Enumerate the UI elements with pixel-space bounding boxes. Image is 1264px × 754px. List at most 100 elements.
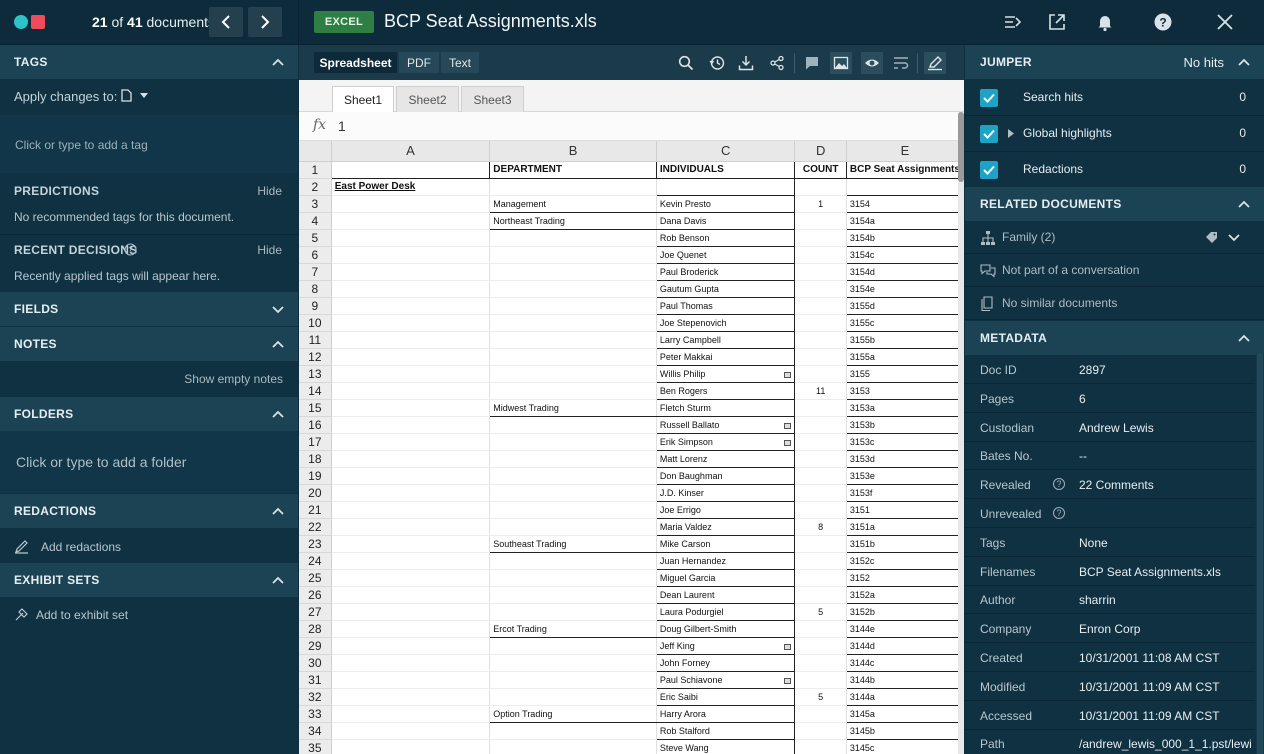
cell-b[interactable]: Management bbox=[489, 195, 657, 213]
cell-d[interactable]: 1 bbox=[794, 195, 847, 213]
cell-b[interactable] bbox=[489, 739, 657, 754]
cell-e[interactable] bbox=[845, 178, 964, 196]
cell-b[interactable] bbox=[489, 263, 657, 281]
cell-e[interactable]: 3145b bbox=[845, 722, 964, 740]
download-icon[interactable] bbox=[735, 52, 757, 74]
cell-d[interactable] bbox=[794, 552, 847, 570]
cell-c[interactable]: Steve Wang bbox=[655, 739, 796, 754]
cell-d[interactable] bbox=[794, 331, 847, 349]
cell-b[interactable] bbox=[489, 552, 657, 570]
close-icon[interactable] bbox=[1213, 10, 1237, 34]
comment-icon[interactable] bbox=[801, 52, 823, 74]
row-number[interactable]: 33 bbox=[299, 705, 332, 723]
tags-section-header[interactable]: TAGS bbox=[0, 45, 298, 79]
eye-icon[interactable] bbox=[861, 52, 883, 74]
cell-d[interactable] bbox=[794, 297, 847, 315]
tab-pdf[interactable]: PDF bbox=[399, 52, 439, 73]
cell-b[interactable] bbox=[489, 586, 657, 604]
cell-c[interactable]: Matt Lorenz bbox=[655, 450, 796, 468]
cell-e[interactable]: 3145c bbox=[845, 739, 964, 754]
cell-e[interactable]: 3154d bbox=[845, 263, 964, 281]
row-number[interactable]: 16 bbox=[299, 416, 332, 434]
cell-b[interactable]: Ercot Trading bbox=[489, 620, 657, 638]
help-circle-icon[interactable]: ? bbox=[1053, 478, 1065, 491]
cell-c[interactable]: Rob Stalford bbox=[655, 722, 796, 740]
cell-e[interactable]: 3144b bbox=[845, 671, 964, 689]
cell-a[interactable] bbox=[331, 484, 491, 502]
cell-c[interactable]: Don Baughman bbox=[655, 467, 796, 485]
row-number[interactable]: 20 bbox=[299, 484, 332, 502]
cell-a[interactable] bbox=[331, 569, 491, 587]
cell-d[interactable] bbox=[794, 535, 847, 553]
cell-d[interactable] bbox=[794, 671, 847, 689]
comment-marker-icon[interactable] bbox=[784, 422, 792, 429]
column-header-c[interactable]: C bbox=[656, 141, 796, 162]
viewer-scrollbar-thumb[interactable] bbox=[958, 112, 964, 182]
row-number[interactable]: 10 bbox=[299, 314, 332, 332]
cell-b[interactable] bbox=[489, 365, 657, 383]
next-document-button[interactable] bbox=[248, 7, 282, 37]
cell-e[interactable]: 3144a bbox=[845, 688, 964, 706]
cell-c[interactable]: Paul Thomas bbox=[655, 297, 796, 315]
cell-c[interactable]: Jeff King bbox=[655, 637, 796, 655]
cell-a[interactable] bbox=[331, 739, 491, 754]
row-number[interactable]: 19 bbox=[299, 467, 332, 485]
cell-b[interactable] bbox=[489, 331, 657, 349]
row-number[interactable]: 26 bbox=[299, 586, 332, 604]
cell-a[interactable] bbox=[331, 501, 491, 519]
cell-e[interactable]: 3153b bbox=[845, 416, 964, 434]
cell-c[interactable]: J.D. Kinser bbox=[655, 484, 796, 502]
global-highlights-checkbox[interactable] bbox=[980, 125, 998, 143]
cell-c[interactable]: Gautum Gupta bbox=[655, 280, 796, 298]
cell-a[interactable] bbox=[331, 722, 491, 740]
notes-section-header[interactable]: NOTES bbox=[0, 327, 298, 361]
cell-b[interactable]: Option Trading bbox=[489, 705, 657, 723]
cell-c[interactable]: Harry Arora bbox=[655, 705, 796, 723]
cell-e[interactable]: 3154a bbox=[845, 212, 964, 230]
cell-d[interactable] bbox=[794, 416, 847, 434]
cell-d[interactable] bbox=[794, 637, 847, 655]
jumper-section-header[interactable]: JUMPER No hits bbox=[965, 45, 1264, 79]
cell-e[interactable]: 3152c bbox=[845, 552, 964, 570]
row-number[interactable]: 11 bbox=[299, 331, 332, 349]
help-icon[interactable]: ? bbox=[1151, 10, 1175, 34]
cell-a[interactable] bbox=[331, 246, 491, 264]
cell-d[interactable] bbox=[794, 654, 847, 672]
row-number[interactable]: 1 bbox=[299, 161, 332, 179]
row-number[interactable]: 34 bbox=[299, 722, 332, 740]
cell-e[interactable]: 3144e bbox=[845, 620, 964, 638]
cell-d[interactable] bbox=[794, 569, 847, 587]
row-number[interactable]: 23 bbox=[299, 535, 332, 553]
cell-e[interactable]: 3144c bbox=[845, 654, 964, 672]
add-to-exhibit-set-button[interactable]: Add to exhibit set bbox=[14, 606, 214, 624]
cell-e[interactable]: 3154 bbox=[845, 195, 964, 213]
cell-c[interactable]: Maria Valdez bbox=[655, 518, 796, 536]
cell-a[interactable] bbox=[331, 450, 491, 468]
cell-b[interactable] bbox=[489, 688, 657, 706]
open-external-icon[interactable] bbox=[1045, 10, 1069, 34]
cell-c[interactable]: Erik Simpson bbox=[655, 433, 796, 451]
cell-d[interactable] bbox=[794, 620, 847, 638]
apply-changes-dropdown[interactable] bbox=[121, 89, 151, 103]
cell-a[interactable] bbox=[331, 348, 491, 366]
cell-c[interactable] bbox=[655, 178, 796, 196]
cell-d[interactable]: 5 bbox=[794, 603, 847, 621]
folder-input-area[interactable]: Click or type to add a folder bbox=[0, 431, 298, 493]
cell-c[interactable]: Paul Broderick bbox=[655, 263, 796, 281]
comment-marker-icon[interactable] bbox=[784, 439, 792, 446]
cell-d[interactable] bbox=[794, 739, 847, 754]
cell-d[interactable] bbox=[794, 348, 847, 366]
column-header-b[interactable]: B bbox=[489, 141, 657, 162]
cell-a[interactable] bbox=[331, 654, 491, 672]
column-header-a[interactable]: A bbox=[331, 141, 491, 162]
cell-c[interactable]: Paul Schiavone bbox=[655, 671, 796, 689]
column-header-d[interactable]: D bbox=[794, 141, 847, 162]
cell-b[interactable] bbox=[489, 450, 657, 468]
cell-b[interactable] bbox=[489, 722, 657, 740]
cell-d[interactable] bbox=[794, 365, 847, 383]
cell-e[interactable]: 3153e bbox=[845, 467, 964, 485]
cell-c[interactable]: Ben Rogers bbox=[655, 382, 796, 400]
cell-a[interactable] bbox=[331, 331, 491, 349]
cell-c[interactable]: Joe Quenet bbox=[655, 246, 796, 264]
help-circle-icon[interactable]: ? bbox=[1053, 507, 1065, 519]
